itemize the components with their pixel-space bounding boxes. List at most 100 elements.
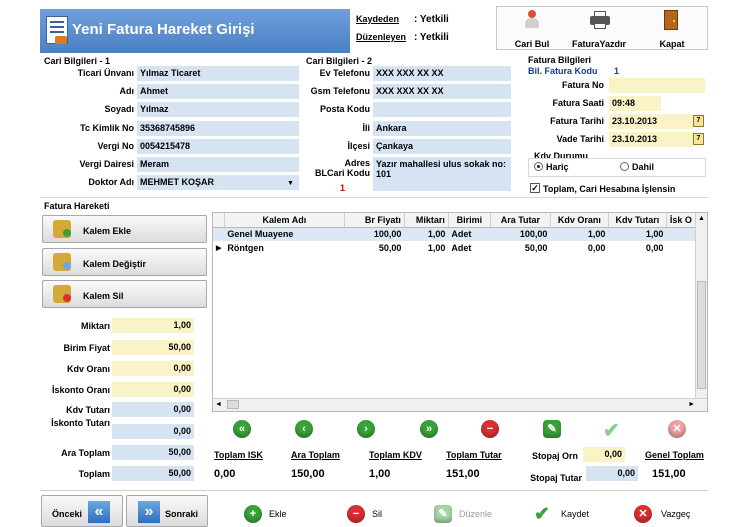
col-kdv-tutari[interactable]: Kdv Tutarı: [608, 213, 667, 228]
scrollbar-thumb[interactable]: [697, 281, 706, 389]
scroll-up-arrow[interactable]: ▲: [698, 215, 705, 222]
col-kdv-orani[interactable]: Kdv Oranı: [550, 213, 609, 228]
kdv-orani-field[interactable]: 0,00: [112, 361, 194, 376]
iskonto-tutari-field[interactable]: 0,00: [112, 424, 194, 439]
col-miktari[interactable]: Miktarı: [404, 213, 449, 228]
delete-item-icon: [53, 285, 71, 303]
table-row[interactable]: Genel Muayene 100,00 1,00 Adet 100,00 1,00 1,0…: [213, 227, 696, 241]
fatura-tarihi-field[interactable]: 23.10.2013: [609, 114, 693, 129]
table-cell[interactable]: 1,00: [608, 227, 666, 241]
fatura-yazdir-button[interactable]: FaturaYazdır: [568, 8, 630, 50]
vade-tarihi-calendar-icon[interactable]: 7: [693, 133, 704, 145]
fatura-tarihi-calendar-icon[interactable]: 7: [693, 115, 704, 127]
vade-tarihi-label: Vade Tarihi: [556, 134, 604, 144]
tc-kimlik-no-field[interactable]: 35368745896: [137, 121, 299, 136]
table-cell[interactable]: 0,00: [608, 241, 666, 255]
adres-field[interactable]: Yazır mahallesi ulus sokak no: 101: [373, 157, 511, 191]
duzenle-label: Düzenle: [459, 509, 493, 519]
col-isk-o[interactable]: İsk O: [666, 213, 696, 228]
fatura-no-field[interactable]: [609, 78, 705, 93]
table-cell[interactable]: 100,00: [344, 227, 404, 241]
kaydet-button[interactable]: ✔ Kaydet: [534, 503, 604, 525]
sonraki-button[interactable]: » Sonraki: [126, 495, 208, 527]
stopaj-tutar-field[interactable]: 0,00: [586, 466, 638, 481]
adi-field[interactable]: Ahmet: [137, 84, 299, 99]
toplam-cari-checkbox[interactable]: ✓: [530, 183, 540, 193]
nav-prev-icon[interactable]: ‹: [295, 420, 313, 438]
il-field[interactable]: Ankara: [373, 121, 511, 136]
fatura-saati-field[interactable]: 09:48: [609, 96, 661, 111]
toplam-field[interactable]: 50,00: [112, 466, 194, 481]
kalem-sil-button[interactable]: Kalem Sil: [42, 280, 207, 308]
scroll-right-arrow[interactable]: ►: [688, 401, 695, 408]
table-row[interactable]: ▶ Röntgen 50,00 1,00 Adet 50,00 0,00 0,00: [213, 241, 695, 255]
table-cell[interactable]: 50,00: [490, 241, 550, 255]
nav-delete-icon[interactable]: −: [481, 420, 499, 438]
iskonto-orani-field[interactable]: 0,00: [112, 382, 194, 397]
h-scrollbar-thumb[interactable]: [227, 400, 239, 409]
nav-cancel-icon[interactable]: ✕: [668, 420, 686, 438]
bil-fatura-kodu-value: 1: [614, 66, 620, 76]
sil-button[interactable]: − Sil: [347, 505, 397, 523]
table-cell[interactable]: 0,00: [550, 241, 608, 255]
ekle-button[interactable]: + Ekle: [244, 505, 304, 523]
horizontal-scrollbar[interactable]: ◄ ►: [213, 398, 707, 411]
stopaj-orn-field[interactable]: 0,00: [583, 447, 625, 462]
row-indicator: [213, 227, 224, 241]
sil-label: Sil: [372, 509, 383, 519]
vazgec-button[interactable]: ✕ Vazgeç: [634, 505, 704, 523]
table-cell[interactable]: 1,00: [550, 227, 608, 241]
kapat-button[interactable]: Kapat: [646, 8, 698, 50]
nav-next-icon[interactable]: ›: [357, 420, 375, 438]
kalem-degistir-button[interactable]: Kalem Değiştir: [42, 248, 207, 276]
col-birimi[interactable]: Birimi: [448, 213, 491, 228]
toplam-isk-value: 0,00: [214, 468, 236, 480]
printer-icon: [590, 11, 610, 29]
table-cell[interactable]: 1,00: [404, 241, 448, 255]
row-indicator: ▶: [216, 245, 222, 252]
checkmark-icon: ✔: [534, 504, 550, 525]
doktor-dropdown-icon[interactable]: ▼: [287, 180, 294, 187]
dahil-radio[interactable]: [620, 162, 629, 171]
table-cell[interactable]: Genel Muayene: [224, 227, 344, 241]
table-cell[interactable]: Adet: [448, 241, 490, 255]
ara-toplam-field[interactable]: 50,00: [112, 445, 194, 460]
soyadi-field[interactable]: Yılmaz: [137, 102, 299, 117]
col-ara-tutar[interactable]: Ara Tutar: [490, 213, 551, 228]
col-br-fiyati[interactable]: Br Fiyatı: [344, 213, 405, 228]
birim-fiyat-field[interactable]: 50,00: [112, 340, 194, 355]
table-cell[interactable]: Adet: [448, 227, 490, 241]
gsm-telefonu-field[interactable]: XXX XXX XX XX: [373, 84, 511, 99]
nav-first-icon[interactable]: «: [233, 420, 251, 438]
kaydeden-label: Kaydeden: [356, 14, 400, 24]
vertical-scrollbar[interactable]: ▲: [695, 213, 707, 399]
ilce-field[interactable]: Çankaya: [373, 139, 511, 154]
haric-radio[interactable]: [534, 162, 543, 171]
duzenle-button[interactable]: ✎ Düzenle: [434, 505, 504, 523]
table-cell[interactable]: 50,00: [344, 241, 404, 255]
scroll-left-arrow[interactable]: ◄: [215, 401, 222, 408]
doktor-adi-field[interactable]: MEHMET KOŞAR: [137, 175, 299, 190]
items-grid[interactable]: Kalem Adı Br Fiyatı Miktarı Birimi Ara T…: [212, 212, 708, 412]
nav-last-icon[interactable]: »: [420, 420, 438, 438]
posta-kodu-label: Posta Kodu: [319, 104, 370, 114]
miktari-field[interactable]: 1,00: [112, 318, 194, 333]
kaydeden-value: : Yetkili: [414, 14, 449, 25]
nav-confirm-icon[interactable]: ✔: [603, 418, 620, 443]
vergi-dairesi-field[interactable]: Meram: [137, 157, 299, 172]
toplam-label: Toplam: [78, 469, 110, 479]
table-cell[interactable]: Röntgen: [224, 241, 344, 255]
table-cell[interactable]: 1,00: [404, 227, 448, 241]
onceki-button[interactable]: Önceki «: [41, 495, 123, 527]
ticari-unvani-field[interactable]: Yılmaz Ticaret: [137, 66, 299, 81]
nav-edit-icon[interactable]: ✎: [543, 420, 561, 438]
posta-kodu-field[interactable]: [373, 102, 511, 117]
cari-bul-button[interactable]: Cari Bul: [506, 8, 558, 50]
col-kalem-adi[interactable]: Kalem Adı: [224, 213, 345, 228]
kalem-ekle-button[interactable]: Kalem Ekle: [42, 215, 207, 243]
table-cell[interactable]: 100,00: [490, 227, 550, 241]
kdv-tutari-field[interactable]: 0,00: [112, 402, 194, 417]
vade-tarihi-field[interactable]: 23.10.2013: [609, 132, 693, 147]
vergi-no-field[interactable]: 0054215478: [137, 139, 299, 154]
ev-telefonu-field[interactable]: XXX XXX XX XX: [373, 66, 511, 81]
